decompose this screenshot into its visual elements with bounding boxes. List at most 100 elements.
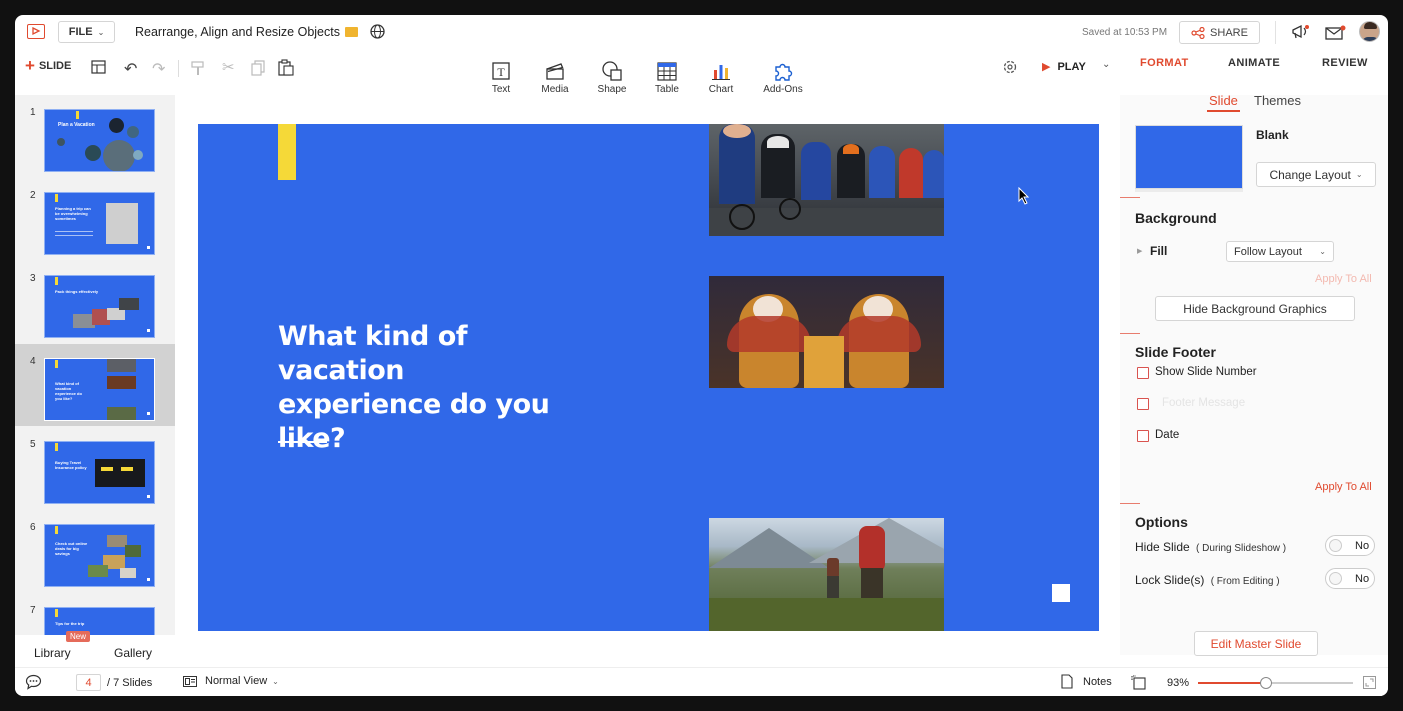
status-bar: 4 / 7 Slides Normal View ⌄ Notes 93% — [15, 667, 1388, 696]
subtab-themes[interactable]: Themes — [1254, 93, 1301, 108]
zoom-level: 93% — [1167, 677, 1190, 689]
slide-preview: Planning a trip can be overwhelming some… — [44, 192, 155, 255]
footer-message-checkbox[interactable] — [1137, 398, 1149, 410]
tab-library[interactable]: Library — [34, 646, 71, 660]
file-menu-button[interactable]: FILE ⌄ — [58, 21, 115, 43]
slide-thumbnail-1[interactable]: 1 Plan a Vacation — [15, 95, 175, 177]
insert-table-button[interactable]: Table — [641, 60, 693, 95]
slide-preview: Plan a Vacation — [44, 109, 155, 172]
slide-heading[interactable]: What kind of vacation experience do you … — [278, 320, 568, 456]
slide-thumbnail-2[interactable]: 2 Planning a trip can be overwhelming so… — [15, 178, 175, 260]
folder-icon[interactable] — [345, 27, 358, 37]
slide-thumbnail-panel: 1 Plan a Vacation 2 Planning a trip can … — [15, 95, 175, 635]
share-label: SHARE — [1210, 26, 1248, 39]
fill-label: Fill — [1150, 244, 1168, 258]
slide-thumbnail-6[interactable]: 6 Check out online deals for big savings — [15, 510, 175, 592]
change-layout-label: Change Layout — [1269, 167, 1351, 182]
avatar[interactable] — [1359, 21, 1380, 42]
add-ons-button[interactable]: Add-Ons — [757, 60, 809, 95]
lock-slide-toggle[interactable]: No — [1325, 568, 1375, 589]
redo-icon[interactable]: ↷ — [152, 59, 165, 79]
slide-preview-title: Tips for the trip — [55, 621, 85, 626]
paste-icon[interactable] — [278, 59, 294, 81]
small-white-square[interactable] — [1052, 584, 1070, 602]
hide-slide-label: Hide Slide ( During Slideshow ) — [1135, 540, 1286, 554]
mail-icon[interactable] — [1325, 25, 1346, 45]
apply-to-all-link[interactable]: Apply To All — [1315, 481, 1372, 493]
slide-preview-title: Pack things effectively — [55, 289, 99, 294]
document-title[interactable]: Rearrange, Align and Resize Objects — [135, 25, 340, 39]
notes-toggle[interactable]: Notes — [1061, 674, 1112, 689]
slide-canvas[interactable]: What kind of vacation experience do you … — [198, 124, 1099, 631]
share-button[interactable]: SHARE — [1179, 21, 1260, 44]
slide-preview: What kind of vacation experience do you … — [44, 358, 155, 421]
announcement-icon[interactable] — [1291, 24, 1311, 45]
date-checkbox[interactable] — [1137, 430, 1149, 442]
caret-right-icon[interactable]: ▶ — [1137, 247, 1142, 255]
hikers-image[interactable] — [709, 518, 944, 631]
tool-label: Table — [655, 84, 679, 95]
insert-media-button[interactable]: Media — [529, 60, 581, 95]
hide-slide-toggle[interactable]: No — [1325, 535, 1375, 556]
tab-animate[interactable]: ANIMATE — [1228, 57, 1280, 69]
undo-icon[interactable]: ↶ — [124, 59, 137, 79]
fit-to-screen-icon[interactable] — [1131, 675, 1146, 695]
yellow-accent-bar[interactable] — [278, 124, 296, 180]
show-slide-number-checkbox[interactable] — [1137, 367, 1149, 379]
slide-thumbnail-7[interactable]: 7 Tips for the trip — [15, 593, 175, 635]
view-mode-label: Normal View — [205, 675, 268, 687]
insert-text-button[interactable]: T Text — [475, 60, 527, 95]
cyclists-image[interactable] — [709, 124, 944, 236]
fullscreen-icon[interactable] — [1363, 676, 1376, 694]
tab-review[interactable]: REVIEW — [1322, 57, 1368, 69]
cut-icon[interactable]: ✂ — [222, 58, 235, 76]
app-logo-icon[interactable] — [27, 24, 45, 39]
slide-thumbnail-3[interactable]: 3 Pack things effectively — [15, 261, 175, 343]
copy-icon[interactable] — [251, 60, 266, 81]
subtab-slide[interactable]: Slide — [1209, 93, 1238, 108]
toggle-knob — [1329, 572, 1342, 585]
chat-bubble-icon[interactable] — [25, 674, 42, 695]
section-divider — [1120, 503, 1140, 504]
add-slide-button[interactable]: + SLIDE — [25, 57, 71, 74]
subtab-active-underline — [1207, 110, 1240, 112]
edit-master-slide-button[interactable]: Edit Master Slide — [1194, 631, 1318, 656]
section-divider — [1120, 197, 1140, 198]
slide-thumbnail-4[interactable]: 4 What kind of vacation experience do yo… — [15, 344, 175, 426]
change-layout-button[interactable]: Change Layout ⌄ — [1256, 162, 1376, 187]
format-panel: Slide Themes Blank Change Layout ⌄ Backg… — [1120, 93, 1388, 656]
zoom-slider-handle[interactable] — [1260, 677, 1273, 689]
hide-slide-text: Hide Slide — [1135, 540, 1190, 554]
settings-gear-icon[interactable] — [1002, 59, 1018, 80]
play-options-chevron-icon[interactable]: ⌄ — [1102, 59, 1110, 70]
globe-icon[interactable] — [370, 24, 385, 44]
sidebar-bottom-tabs: Library New Gallery — [15, 631, 175, 667]
insert-chart-button[interactable]: Chart — [695, 60, 747, 95]
slide-number: 1 — [30, 107, 36, 118]
lock-slide-label: Lock Slide(s) ( From Editing ) — [1135, 573, 1280, 587]
fill-select[interactable]: Follow Layout ⌄ — [1226, 241, 1334, 262]
slide-number: 5 — [30, 439, 36, 450]
layout-name: Blank — [1256, 128, 1289, 142]
tab-gallery[interactable]: Gallery — [114, 646, 152, 660]
layout-icon[interactable] — [91, 60, 106, 79]
hide-background-graphics-button[interactable]: Hide Background Graphics — [1155, 296, 1355, 321]
main-toolbar: + SLIDE ↶ ↷ ✂ T Text Media Shape Table C… — [15, 49, 1388, 95]
tab-format[interactable]: FORMAT — [1140, 57, 1189, 69]
heading-underline[interactable] — [278, 441, 327, 443]
layout-preview[interactable] — [1135, 125, 1243, 189]
deities-image[interactable] — [709, 276, 944, 388]
insert-shape-button[interactable]: Shape — [586, 60, 638, 95]
format-painter-icon[interactable] — [191, 61, 205, 81]
play-button[interactable]: ▶ PLAY — [1042, 60, 1086, 74]
view-mode-selector[interactable]: Normal View ⌄ — [183, 675, 279, 687]
lock-slide-note: ( From Editing ) — [1210, 576, 1280, 587]
zoom-slider[interactable] — [1198, 677, 1353, 689]
new-badge: New — [66, 631, 91, 642]
notes-label: Notes — [1083, 675, 1112, 688]
current-slide-input[interactable]: 4 — [76, 674, 101, 691]
options-section-title: Options — [1135, 514, 1188, 530]
slide-thumbnail-5[interactable]: 5 Buying Travel Insurance policy — [15, 427, 175, 509]
lock-slide-text: Lock Slide(s) — [1135, 573, 1205, 587]
divider — [1275, 21, 1276, 44]
